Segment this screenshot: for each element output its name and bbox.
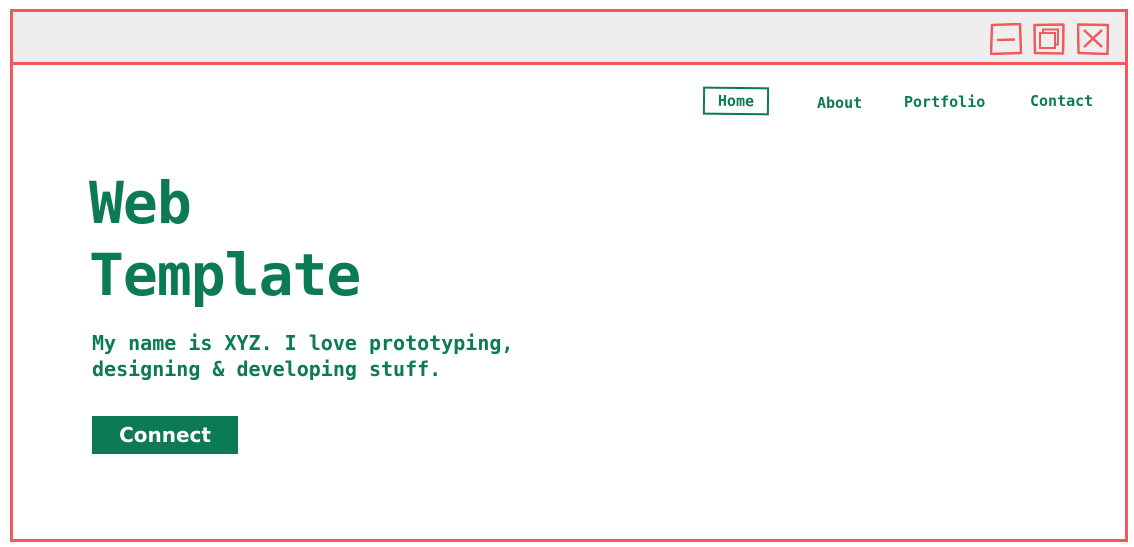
close-button[interactable] xyxy=(1077,23,1109,55)
main-nav: Home About Portfolio Contact xyxy=(13,86,1125,121)
minimize-button[interactable] xyxy=(990,23,1022,55)
nav-item-contact[interactable]: Contact xyxy=(1030,86,1093,116)
minimize-icon xyxy=(990,23,1022,55)
hero-description-line-1: My name is XYZ. I love prototyping, xyxy=(92,331,514,355)
hero-title-line-2: Template xyxy=(89,241,361,309)
nav-item-portfolio[interactable]: Portfolio xyxy=(904,87,985,117)
window-titlebar xyxy=(13,12,1125,65)
close-icon xyxy=(1077,23,1109,55)
connect-button[interactable]: Connect xyxy=(92,416,238,454)
hero-title-line-1: Web xyxy=(89,169,192,237)
nav-item-home[interactable]: Home xyxy=(702,86,770,116)
hero-description-line-2: designing & developing stuff. xyxy=(92,357,442,381)
hero-description: My name is XYZ. I love prototyping, desi… xyxy=(92,330,592,382)
browser-window: Home About Portfolio Contact Web Templat… xyxy=(10,9,1128,542)
maximize-icon xyxy=(1033,23,1065,55)
nav-item-about[interactable]: About xyxy=(817,88,862,118)
maximize-button[interactable] xyxy=(1033,23,1065,55)
hero-title: Web Template xyxy=(89,167,361,311)
